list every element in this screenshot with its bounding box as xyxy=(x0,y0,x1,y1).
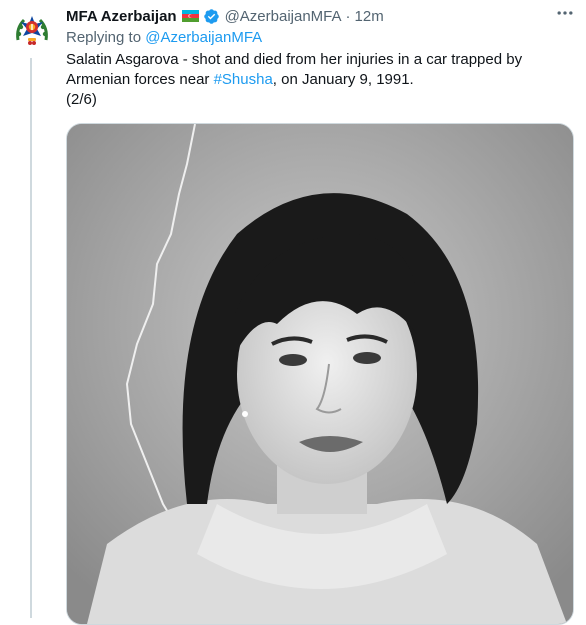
timestamp[interactable]: 12m xyxy=(355,8,384,25)
hashtag-link[interactable]: #Shusha xyxy=(214,71,273,88)
user-handle[interactable]: @AzerbaijanMFA xyxy=(225,8,342,25)
replying-prefix: Replying to xyxy=(66,29,146,46)
replying-to-line: Replying to @AzerbaijanMFA xyxy=(66,29,262,46)
verified-badge-icon xyxy=(203,8,220,25)
black-and-white-portrait-photo xyxy=(67,124,573,624)
more-options-button[interactable] xyxy=(550,0,580,26)
avatar[interactable] xyxy=(8,8,56,56)
thread-line xyxy=(30,58,32,618)
separator-dot: · xyxy=(345,7,351,25)
replying-to-handle-link[interactable]: @AzerbaijanMFA xyxy=(145,29,262,46)
tweet-photo[interactable] xyxy=(66,123,574,625)
display-name[interactable]: MFA Azerbaijan xyxy=(66,8,177,25)
tweet-text-part2: , on January 9, 1991. xyxy=(272,71,414,88)
tweet-header: MFA Azerbaijan @AzerbaijanMFA · 12m xyxy=(66,5,384,27)
tweet-text: Salatin Asgarova - shot and died from he… xyxy=(66,50,566,110)
emblem-of-azerbaijan-icon xyxy=(10,10,54,54)
azerbaijan-flag-icon xyxy=(181,10,199,22)
more-horizontal-icon xyxy=(557,11,573,15)
thread-count: (2/6) xyxy=(66,91,97,108)
